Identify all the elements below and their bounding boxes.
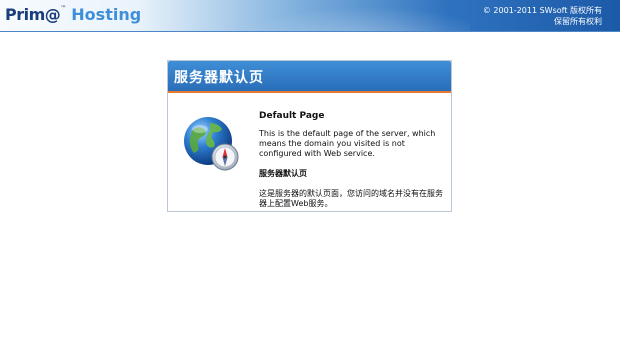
copyright-line-1: © 2001-2011 SWsoft 版权所有: [482, 6, 602, 15]
brand-logo: Prim@ ™ Hosting: [5, 3, 141, 25]
banner-decoration: [210, 0, 470, 31]
default-page-panel: 服务器默认页 Default Page This is the default …: [167, 60, 452, 212]
logo-trademark: ™: [60, 4, 67, 12]
logo-hosting: Hosting: [71, 4, 142, 24]
heading-chinese: 服务器默认页: [259, 169, 307, 178]
logo-prima: Prim@: [5, 4, 61, 24]
panel-content: Default Page This is the default page of…: [259, 111, 444, 209]
top-banner: Prim@ ™ Hosting © 2001-2011 SWsoft 版权所有 …: [0, 0, 620, 32]
globe-compass-icon: [184, 117, 239, 171]
heading-english: Default Page: [259, 111, 325, 121]
panel-header: 服务器默认页: [168, 61, 451, 93]
panel-title: 服务器默认页: [174, 70, 264, 86]
description-english: This is the default page of the server, …: [259, 129, 436, 158]
copyright-line-2: 保留所有权利: [554, 17, 602, 26]
description-chinese: 这是服务器的默认页面，您访问的域名并没有在服务器上配置Web服务。: [259, 189, 443, 208]
copyright-notice: © 2001-2011 SWsoft 版权所有 保留所有权利: [483, 5, 602, 27]
